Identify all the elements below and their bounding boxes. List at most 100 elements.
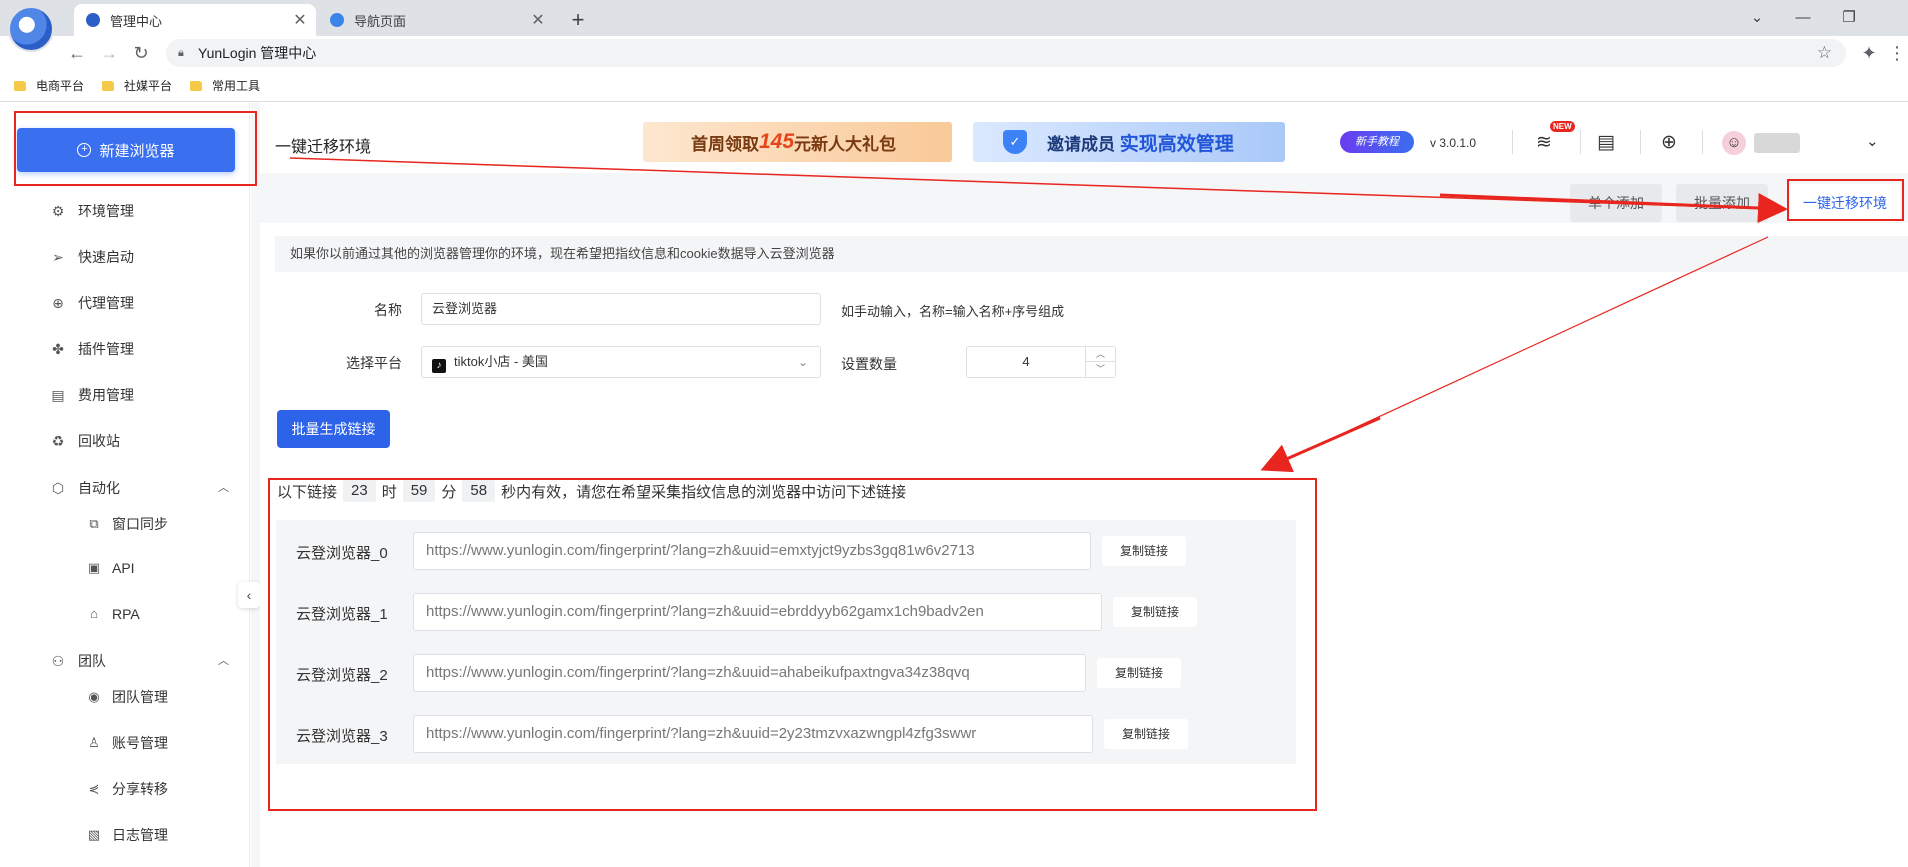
user-icon: ♙: [88, 735, 100, 750]
tab-management-center[interactable]: 管理中心 ✕: [74, 4, 316, 36]
name-field[interactable]: 云登浏览器: [421, 293, 821, 325]
language-globe-icon[interactable]: ⊕: [1656, 130, 1682, 156]
sidebar-item-logs[interactable]: ▧ 日志管理: [86, 825, 168, 845]
sidebar-group-label: 团队: [78, 653, 106, 669]
platform-select[interactable]: ♪ tiktok小店 - 美国 ⌄: [421, 346, 821, 378]
stepper-arrows: ︿ ﹀: [1085, 347, 1115, 377]
browser-toolbar: ← → ↻ 🔒︎ YunLogin 管理中心 ☆ ✦ ⋮: [0, 36, 1908, 70]
bookmark-folder[interactable]: 电商平台: [14, 77, 84, 94]
decrement-icon[interactable]: ﹀: [1086, 362, 1115, 377]
sidebar-item-proxy[interactable]: ⊕ 代理管理: [50, 293, 134, 313]
info-banner: 如果你以前通过其他的浏览器管理你的环境，现在希望把指纹信息和cookie数据导入…: [275, 236, 1908, 272]
sidebar-item-label: API: [112, 560, 135, 576]
close-tab-icon[interactable]: ✕: [288, 10, 312, 30]
folder-icon: [102, 80, 115, 91]
sidebar-item-label: 账号管理: [112, 735, 168, 751]
browser-menu-icon[interactable]: ⋮: [1884, 40, 1908, 66]
increment-icon[interactable]: ︿: [1086, 347, 1115, 362]
banner-amount: 145: [759, 130, 795, 153]
sidebar-item-team-management[interactable]: ◉ 团队管理: [86, 687, 168, 707]
generate-links-button[interactable]: 批量生成链接: [277, 410, 390, 448]
chevron-down-icon: ⌄: [797, 355, 808, 369]
divider: [1640, 130, 1641, 154]
tutorial-button[interactable]: 新手教程: [1340, 131, 1414, 153]
paper-plane-icon: ➢: [52, 249, 64, 265]
shield-check-icon: ✓: [1003, 130, 1027, 154]
minimize-icon[interactable]: —: [1780, 4, 1826, 32]
reload-icon[interactable]: ↻: [128, 40, 154, 66]
sidebar-item-window-sync[interactable]: ⧉ 窗口同步: [86, 514, 168, 534]
globe-favicon-icon: [330, 13, 344, 27]
automation-icon: ⬡: [51, 480, 65, 496]
tab-search-icon[interactable]: ⌄: [1734, 4, 1780, 32]
layers-icon[interactable]: ≋: [1531, 130, 1557, 156]
avatar[interactable]: ☺: [1722, 131, 1746, 155]
promo-banner-gift[interactable]: 首周领取 145 元新人大礼包: [643, 122, 952, 162]
sidebar-group-automation[interactable]: ⬡ 自动化: [50, 478, 120, 498]
sidebar: + 新建浏览器 ⚙ 环境管理 ➢ 快速启动 ⊕ 代理管理 ✤ 插件管理 ▤ 费用管理 ♻ 回…: [0, 103, 250, 867]
version-label: v 3.0.1.0: [1430, 136, 1477, 150]
forward-icon[interactable]: →: [96, 40, 122, 66]
sidebar-item-billing[interactable]: ▤ 费用管理: [50, 385, 134, 405]
tab-title: 管理中心: [110, 13, 163, 29]
single-add-button[interactable]: 单个添加: [1570, 184, 1662, 222]
sidebar-item-accounts[interactable]: ♙ 账号管理: [86, 733, 168, 753]
name-label: 名称: [374, 302, 402, 318]
banner-text: 首周领取: [691, 134, 759, 154]
sidebar-item-label: 日志管理: [112, 827, 168, 843]
bookmark-label: 常用工具: [212, 79, 261, 93]
user-circle-icon: ◉: [88, 689, 100, 704]
new-tab-button[interactable]: +: [564, 6, 592, 34]
sidebar-item-recycle-bin[interactable]: ♻ 回收站: [50, 431, 120, 451]
platform-value: tiktok小店 - 美国: [454, 354, 548, 369]
platform-label: 选择平台: [346, 355, 402, 371]
sidebar-group-team[interactable]: ⚇ 团队: [50, 651, 106, 671]
annotation-box-links: [268, 478, 1317, 811]
sidebar-item-label: RPA: [112, 606, 140, 622]
close-tab-icon[interactable]: ✕: [526, 10, 550, 30]
sidebar-item-env[interactable]: ⚙ 环境管理: [50, 201, 134, 221]
quantity-value[interactable]: 4: [967, 347, 1085, 377]
batch-add-button[interactable]: 批量添加: [1676, 184, 1768, 222]
sidebar-item-label: 快速启动: [78, 249, 134, 265]
document-icon[interactable]: ▤: [1593, 130, 1619, 156]
bookmark-star-icon[interactable]: ☆: [1817, 43, 1832, 63]
tab-title: 导航页面: [354, 13, 407, 29]
bookmark-folder[interactable]: 社媒平台: [102, 77, 172, 94]
bookmark-folder[interactable]: 常用工具: [190, 77, 260, 94]
chevron-up-icon[interactable]: ︿: [218, 652, 229, 668]
sidebar-item-plugins[interactable]: ✤ 插件管理: [50, 339, 134, 359]
globe-icon: ⊕: [52, 295, 64, 311]
collapse-sidebar-button[interactable]: ‹: [238, 582, 260, 608]
billing-icon: ▤: [51, 387, 65, 403]
promo-banner-invite[interactable]: ✓ 邀请成员 实现高效管理: [973, 122, 1285, 162]
sidebar-item-label: 环境管理: [78, 203, 134, 219]
new-badge: NEW: [1550, 121, 1575, 132]
share-icon: ⋞: [88, 781, 100, 796]
quantity-stepper[interactable]: 4 ︿ ﹀: [966, 346, 1116, 378]
team-icon: ⚇: [51, 653, 65, 669]
puzzle-icon: ✤: [52, 341, 64, 357]
extensions-icon[interactable]: ✦: [1856, 40, 1882, 66]
chevron-down-icon[interactable]: ⌄: [1866, 132, 1879, 150]
name-hint: 如手动输入，名称=输入名称+序号组成: [841, 304, 1065, 319]
sidebar-item-rpa[interactable]: ⌂ RPA: [86, 606, 140, 622]
sidebar-item-api[interactable]: ▣ API: [86, 560, 135, 576]
env-icon: ⚙: [51, 203, 65, 219]
sidebar-item-quick-start[interactable]: ➢ 快速启动: [50, 247, 134, 267]
address-text: YunLogin 管理中心: [198, 45, 317, 61]
folder-icon: [190, 80, 203, 91]
sidebar-item-label: 代理管理: [78, 295, 134, 311]
recycle-icon: ♻: [51, 433, 65, 449]
chevron-up-icon[interactable]: ︿: [218, 479, 229, 495]
restore-icon[interactable]: ❐: [1826, 4, 1872, 32]
banner-text: 元新人大礼包: [794, 134, 897, 154]
sidebar-item-label: 插件管理: [78, 341, 134, 357]
bookmarks-bar: 电商平台 社媒平台 常用工具: [0, 70, 1908, 102]
back-icon[interactable]: ←: [64, 40, 90, 66]
tab-navigation-page[interactable]: 导航页面 ✕: [318, 4, 554, 36]
annotation-box-migrate: [1787, 179, 1904, 221]
divider: [1702, 130, 1703, 154]
address-bar[interactable]: 🔒︎ YunLogin 管理中心 ☆: [166, 39, 1846, 67]
sidebar-item-share-transfer[interactable]: ⋞ 分享转移: [86, 779, 168, 799]
